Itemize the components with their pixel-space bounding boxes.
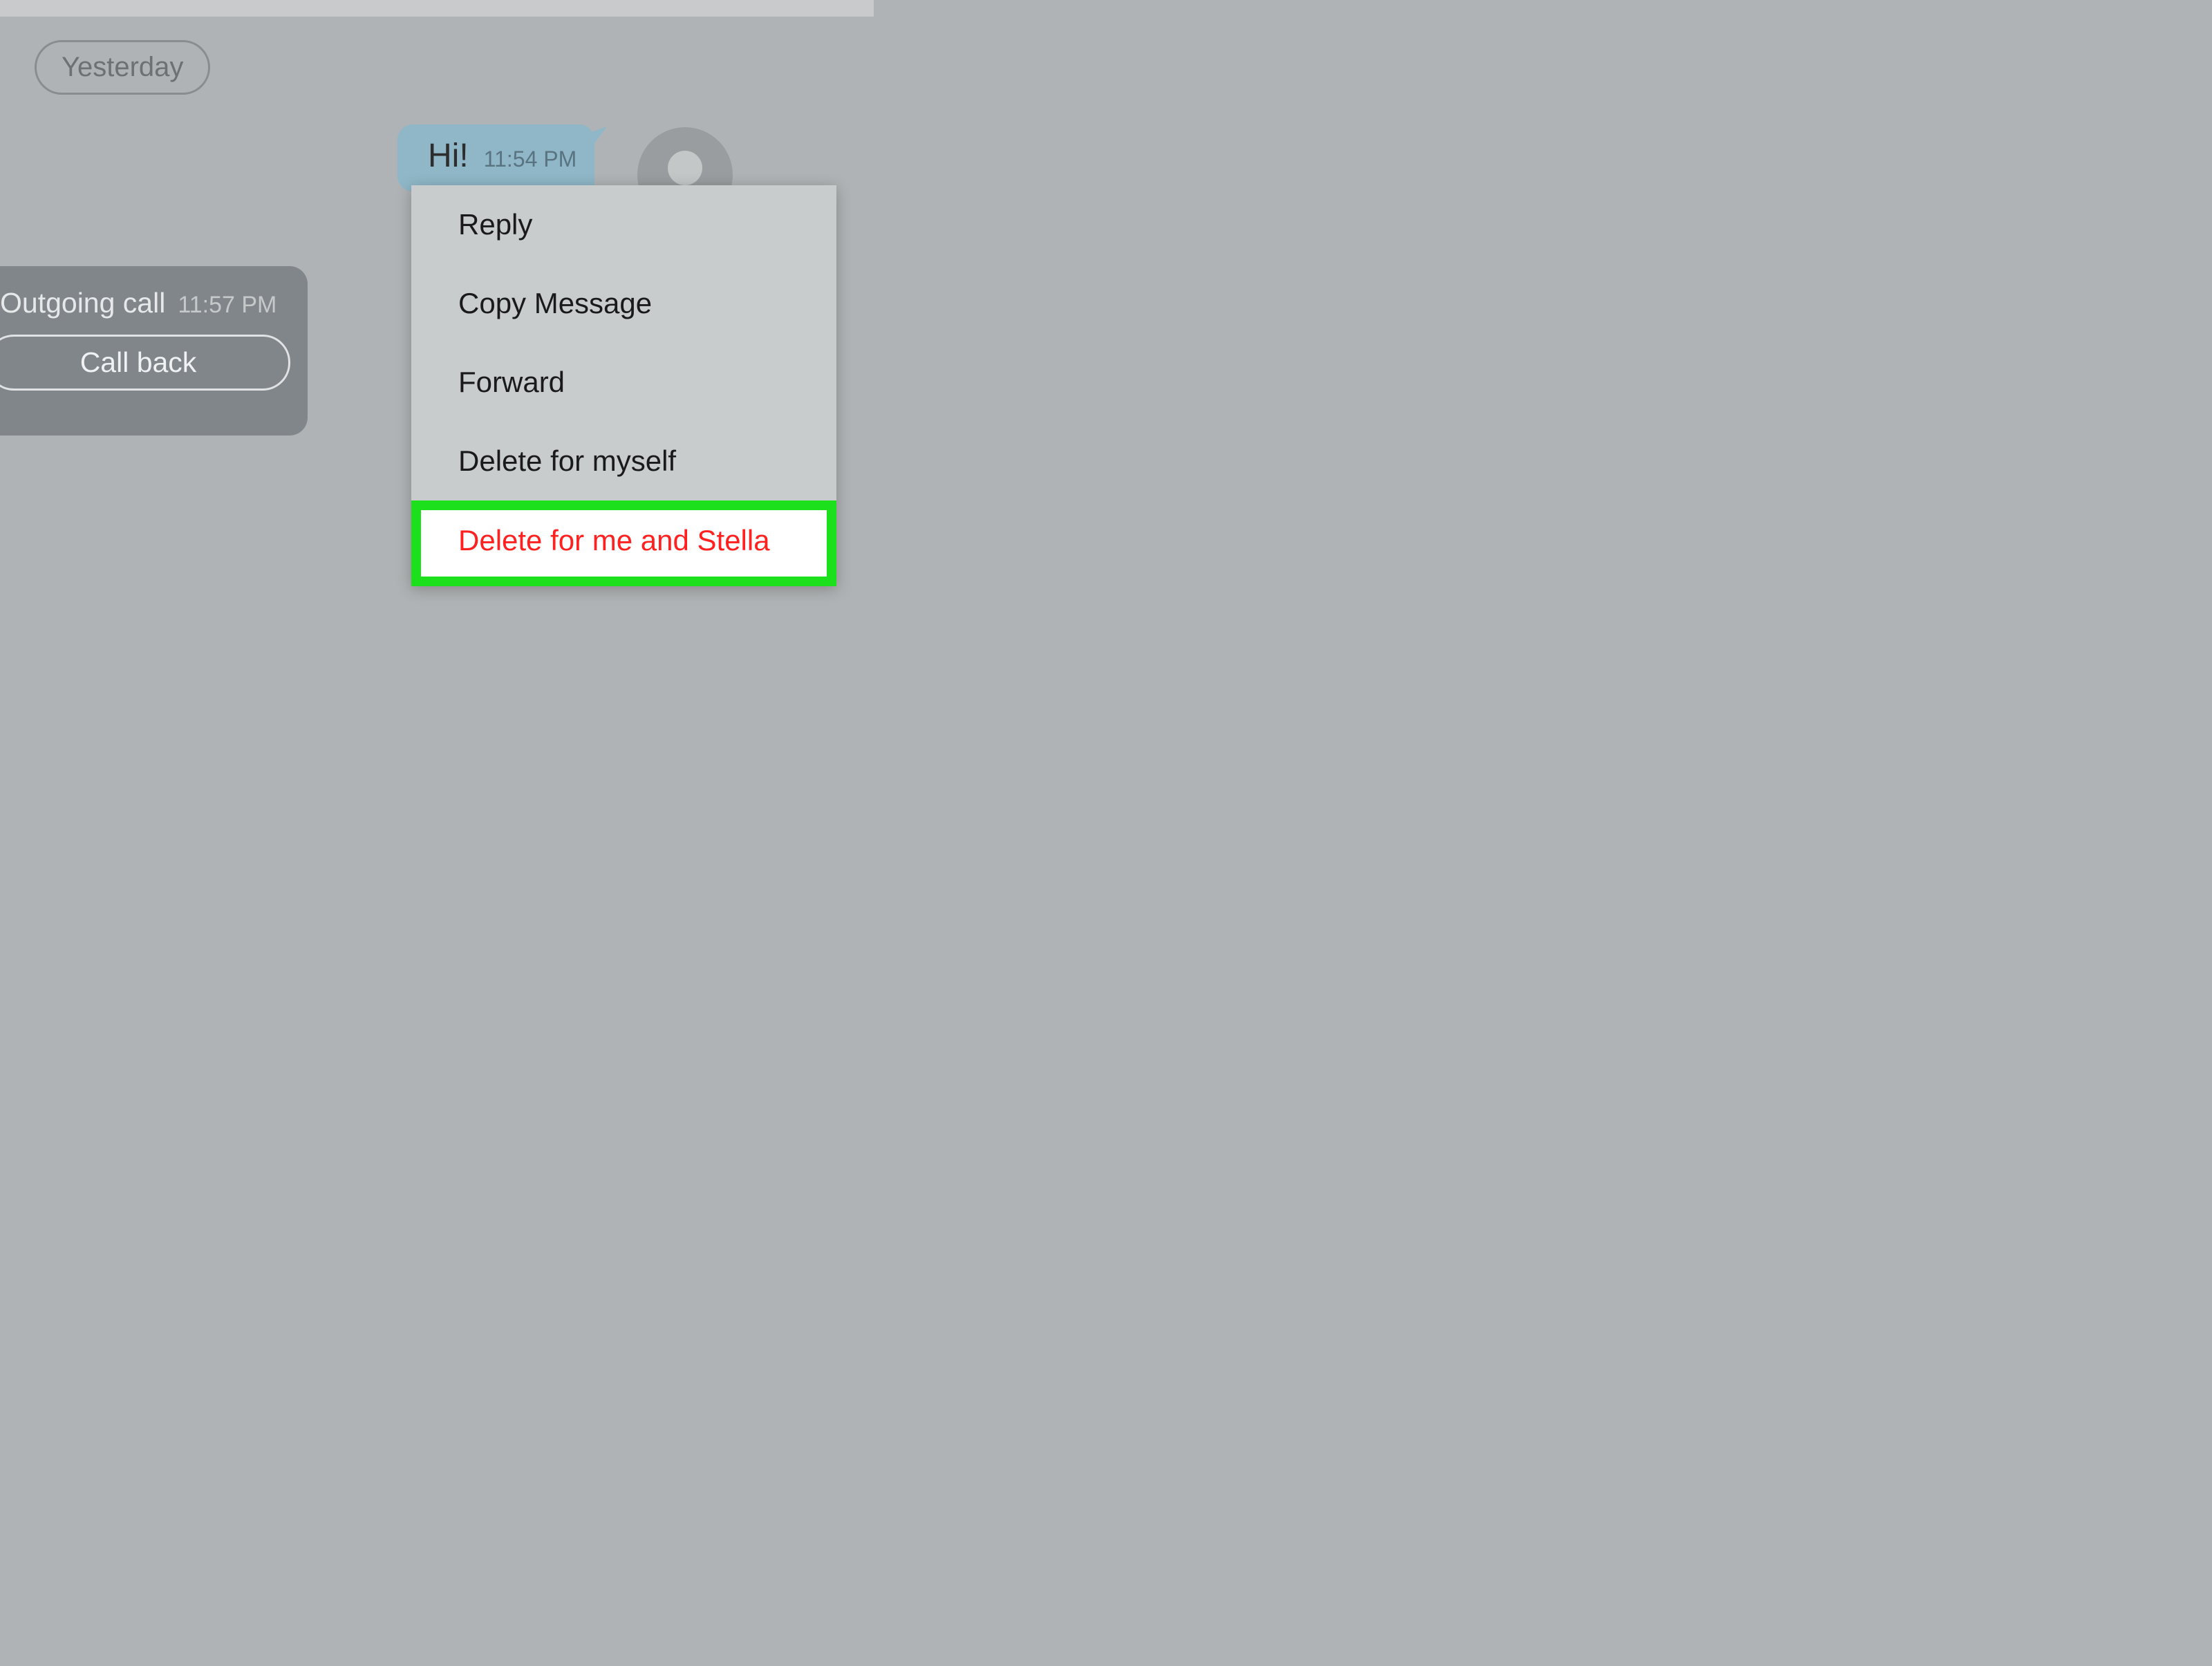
outgoing-message-bubble[interactable]: Hi! 11:54 PM — [397, 124, 594, 191]
window-top-bar — [0, 0, 874, 17]
menu-item-label: Delete for myself — [458, 444, 676, 477]
menu-item-delete-for-myself[interactable]: Delete for myself — [411, 422, 836, 500]
menu-item-label: Reply — [458, 208, 532, 241]
menu-item-reply[interactable]: Reply — [411, 185, 836, 264]
date-label: Yesterday — [62, 52, 183, 82]
call-back-button[interactable]: Call back — [0, 335, 290, 391]
call-back-label: Call back — [80, 346, 197, 378]
call-time: 11:57 PM — [178, 292, 276, 319]
message-context-menu: Reply Copy Message Forward Delete for my… — [411, 185, 836, 586]
call-title: Outgoing call — [0, 287, 165, 319]
message-bubble-row: Hi! 11:54 PM — [397, 124, 594, 191]
date-separator-pill: Yesterday — [35, 40, 210, 95]
outgoing-call-card: Outgoing call 11:57 PM Call back — [0, 266, 308, 436]
menu-item-forward[interactable]: Forward — [411, 343, 836, 422]
message-text: Hi! — [428, 137, 469, 175]
menu-item-label: Copy Message — [458, 287, 652, 319]
menu-item-copy-message[interactable]: Copy Message — [411, 264, 836, 343]
call-header: Outgoing call 11:57 PM — [0, 287, 287, 319]
menu-item-label: Delete for me and Stella — [458, 524, 770, 556]
message-time: 11:54 PM — [484, 147, 577, 172]
menu-item-delete-for-everyone[interactable]: Delete for me and Stella — [411, 500, 836, 586]
menu-item-label: Forward — [458, 366, 565, 398]
